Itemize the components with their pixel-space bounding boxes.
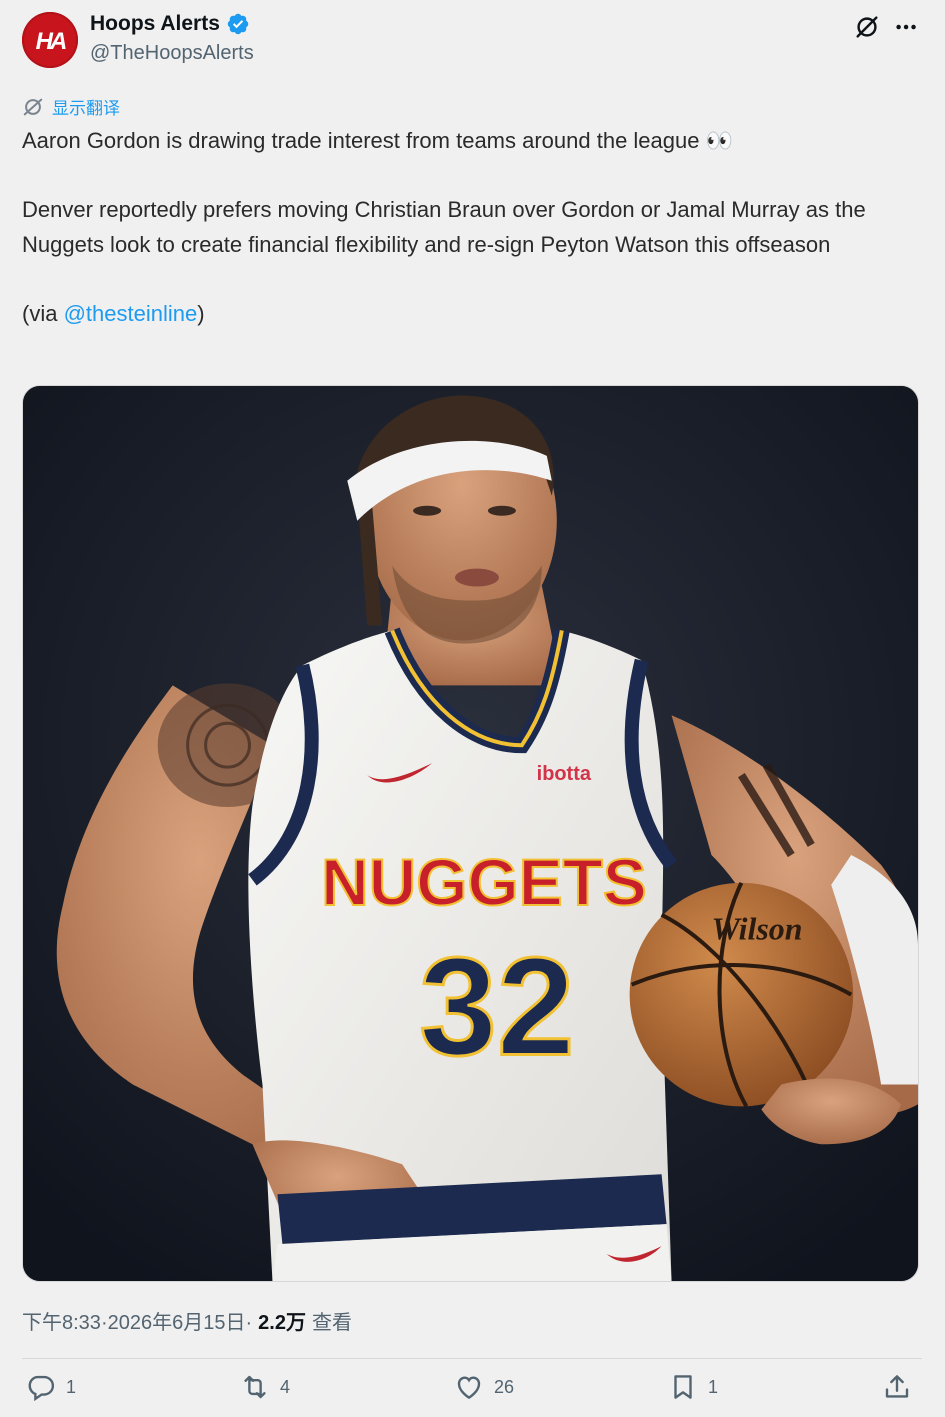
reply-button[interactable]: 1 — [26, 1372, 76, 1402]
retweet-icon — [244, 1375, 266, 1399]
mention-link[interactable]: @thesteinline — [64, 301, 198, 326]
reply-icon — [28, 1375, 55, 1402]
translate-label: 显示翻译 — [52, 99, 120, 119]
hoops-alerts-logo-icon: HA — [36, 28, 69, 55]
tweet-text-line-2: Denver reportedly prefers moving Christi… — [22, 197, 866, 257]
meta-separator: · — [245, 1312, 253, 1334]
tweet-text: Aaron Gordon is drawing trade interest f… — [22, 124, 922, 332]
grok-button[interactable] — [852, 12, 882, 42]
author-name-row: Hoops Alerts — [90, 12, 250, 36]
via-prefix: (via — [22, 300, 64, 326]
grok-icon — [856, 16, 878, 38]
author-display-name[interactable]: Hoops Alerts — [90, 12, 220, 36]
jersey-number-text: 32 — [419, 929, 574, 1085]
reply-count: 1 — [66, 1376, 77, 1397]
heart-icon — [457, 1376, 481, 1400]
verified-badge-icon — [227, 13, 249, 35]
divider — [22, 1358, 922, 1359]
avatar[interactable]: HA — [22, 12, 78, 68]
tweet-text-via: (via @thesteinline) — [22, 297, 922, 332]
tweet-meta: 下午8:33 · 2026年6月15日 · 2.2万 查看 — [22, 1306, 352, 1335]
retweet-button[interactable]: 4 — [240, 1372, 290, 1402]
show-translation-link[interactable]: 显示翻译 — [22, 94, 120, 119]
tweet-text-line-1: Aaron Gordon is drawing trade interest f… — [22, 128, 733, 153]
meta-separator: · — [100, 1312, 108, 1334]
bookmark-icon — [674, 1375, 692, 1399]
views-count: 2.2万 — [258, 1312, 306, 1334]
views-label: 查看 — [311, 1312, 352, 1334]
more-options-button[interactable] — [892, 12, 922, 42]
like-button[interactable]: 26 — [454, 1372, 514, 1402]
bookmark-count: 1 — [708, 1376, 719, 1397]
tweet-time[interactable]: 下午8:33 — [22, 1306, 101, 1335]
player-photo-illustration: NUGGETS 32 ibotta Wilson — [23, 386, 918, 1281]
jersey-team-text: NUGGETS — [321, 845, 647, 919]
svg-text:HA: HA — [36, 28, 66, 55]
tweet-card: HA Hoops Alerts @TheHoopsAlerts 显示翻译 Aar… — [0, 0, 945, 1417]
jersey-sponsor-text: ibotta — [537, 763, 592, 785]
bookmark-button[interactable]: 1 — [668, 1372, 718, 1402]
author-handle[interactable]: @TheHoopsAlerts — [90, 42, 254, 65]
share-button[interactable] — [882, 1372, 912, 1402]
ball-brand-text: Wilson — [711, 912, 802, 947]
tweet-photo[interactable]: NUGGETS 32 ibotta Wilson — [22, 385, 919, 1282]
tweet-date[interactable]: 2026年6月15日 — [108, 1306, 246, 1335]
via-suffix: ) — [197, 300, 205, 326]
translate-icon — [23, 98, 43, 115]
share-icon — [885, 1375, 909, 1398]
more-dots-icon — [896, 24, 916, 30]
tweet-actions: 1 4 26 1 — [22, 1372, 922, 1412]
retweet-count: 4 — [280, 1376, 291, 1397]
like-count: 26 — [494, 1376, 515, 1397]
